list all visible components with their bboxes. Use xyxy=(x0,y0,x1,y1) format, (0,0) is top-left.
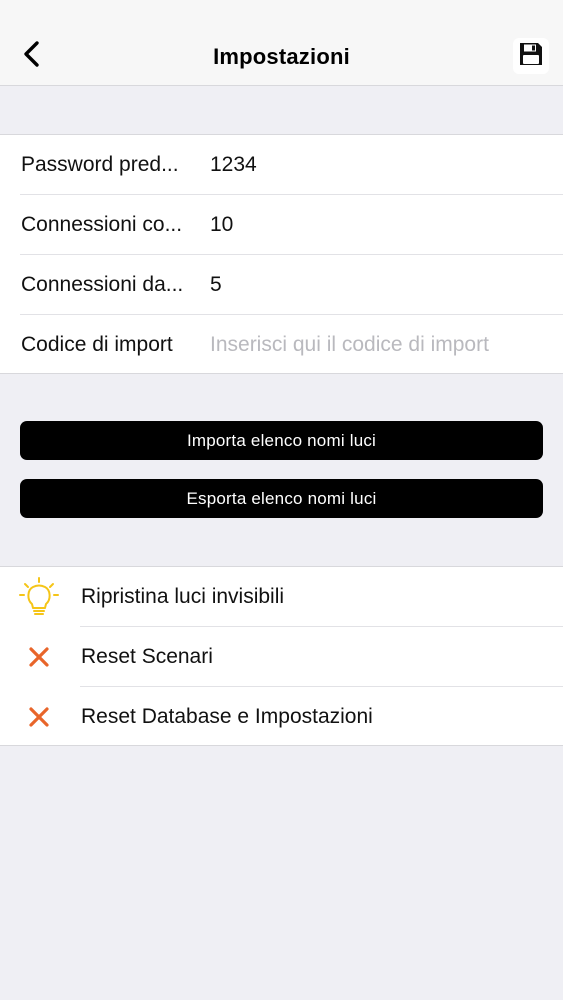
connections-input-1[interactable] xyxy=(208,207,548,243)
setting-label: Connessioni da... xyxy=(21,273,184,296)
default-password-input[interactable] xyxy=(208,147,548,183)
restore-invisible-lights-item[interactable]: Ripristina luci invisibili xyxy=(0,567,563,627)
close-icon xyxy=(18,637,60,677)
setting-row-connections-2: Connessioni da... xyxy=(0,255,563,315)
reset-database-item[interactable]: Reset Database e Impostazioni xyxy=(0,687,563,747)
import-code-input[interactable] xyxy=(208,327,548,363)
connections-input-2[interactable] xyxy=(208,267,548,303)
status-bar xyxy=(0,0,563,24)
setting-row-connections-1: Connessioni co... xyxy=(0,195,563,255)
setting-label: Connessioni co... xyxy=(21,213,183,236)
floppy-disk-icon xyxy=(518,41,544,72)
setting-row-import-code: Codice di import xyxy=(0,315,563,375)
save-button[interactable] xyxy=(513,38,549,74)
setting-row-default-password: Password pred... xyxy=(0,135,563,195)
reset-scenes-item[interactable]: Reset Scenari xyxy=(0,627,563,687)
action-label: Reset Database e Impostazioni xyxy=(81,705,373,728)
action-label: Ripristina luci invisibili xyxy=(81,585,285,608)
setting-label: Password pred... xyxy=(21,153,179,176)
lightbulb-icon xyxy=(18,577,60,617)
settings-form: Password pred... Connessioni co... Conne… xyxy=(0,134,563,374)
import-light-names-button[interactable]: Importa elenco nomi luci xyxy=(20,421,543,460)
action-label: Reset Scenari xyxy=(81,645,213,668)
actions-list: Ripristina luci invisibili Reset Scenari… xyxy=(0,566,563,746)
navigation-bar: Impostazioni xyxy=(0,24,563,86)
setting-label: Codice di import xyxy=(21,333,173,356)
page-title: Impostazioni xyxy=(213,44,350,69)
export-light-names-button[interactable]: Esporta elenco nomi luci xyxy=(20,479,543,518)
close-icon xyxy=(18,697,60,737)
